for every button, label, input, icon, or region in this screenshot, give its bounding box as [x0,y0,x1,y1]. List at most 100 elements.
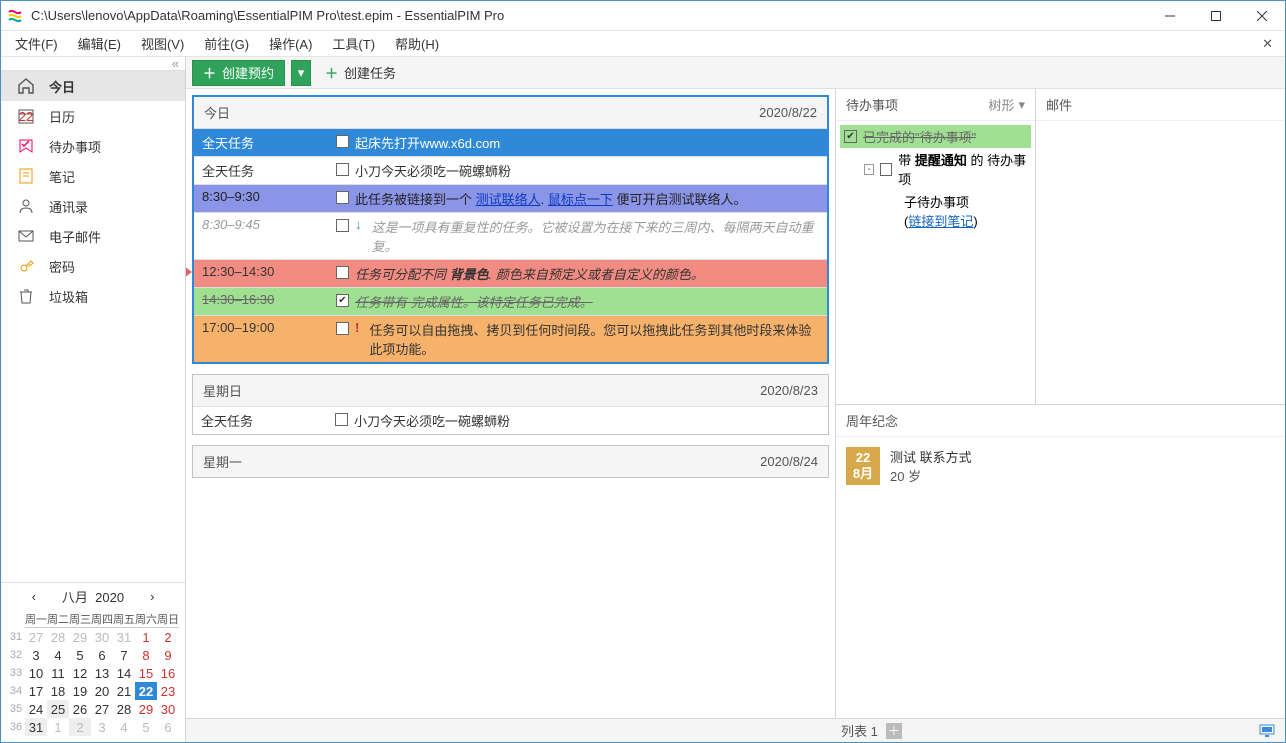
mini-calendar[interactable]: ‹ 八月 2020 › 周一周二周三周四周五周六周日31272829303112… [1,582,185,742]
minical-day[interactable]: 4 [47,646,69,664]
agenda-event-row[interactable]: 全天任务小刀今天必须吃一碗螺蛳粉 [194,156,827,184]
view-close-x[interactable]: ✕ [1254,33,1281,55]
minical-day[interactable]: 16 [157,664,179,682]
todo-checkbox[interactable] [844,130,857,143]
minical-day[interactable]: 30 [91,628,113,646]
tree-toggle[interactable]: - [864,164,874,175]
agenda-event-row[interactable]: 全天任务起床先打开www.x6d.com [194,128,827,156]
minical-day[interactable]: 29 [135,700,157,718]
event-checkbox[interactable] [336,322,349,335]
minical-day[interactable]: 2 [69,718,91,736]
agenda-event-row[interactable]: 8:30–9:45↓这是一项具有重复性的任务。它被设置为在接下来的三周内、每隔两… [194,212,827,259]
agenda-view[interactable]: 今日2020/8/22全天任务起床先打开www.x6d.com全天任务小刀今天必… [186,89,835,718]
agenda-event-row[interactable]: 14:30–16:30任务带有 完成属性。该特定任务已完成。 [194,287,827,315]
sidebar-item[interactable]: 密码 [1,251,185,281]
event-checkbox[interactable] [336,219,349,232]
todo-checkbox[interactable] [880,163,892,176]
minical-day[interactable]: 2 [157,628,179,646]
minical-day[interactable]: 12 [69,664,91,682]
sidebar-item[interactable]: 垃圾箱 [1,281,185,311]
todo-item[interactable]: -带 提醒通知 的 待办事项 [840,148,1031,190]
minical-day[interactable]: 26 [69,700,91,718]
minical-day[interactable]: 15 [135,664,157,682]
menu-item[interactable]: 工具(T) [322,31,385,56]
event-checkbox[interactable] [336,294,349,307]
menu-item[interactable]: 前往(G) [194,31,259,56]
minical-day[interactable]: 5 [69,646,91,664]
minical-day[interactable]: 18 [47,682,69,700]
sidebar-item[interactable]: 今日 [1,71,185,101]
menu-item[interactable]: 视图(V) [131,31,194,56]
event-checkbox[interactable] [336,135,349,148]
minical-day[interactable]: 1 [135,628,157,646]
minical-day[interactable]: 10 [25,664,47,682]
minical-prev[interactable]: ‹ [26,589,42,604]
sidebar-item[interactable]: 电子邮件 [1,221,185,251]
minical-day[interactable]: 14 [113,664,135,682]
todo-item[interactable]: 子待办事项(链接到笔记) [840,190,1031,232]
minical-day[interactable]: 24 [25,700,47,718]
minical-day[interactable]: 30 [157,700,179,718]
create-task-button[interactable]: ＋ 创建任务 [317,60,404,86]
menu-item[interactable]: 文件(F) [5,31,68,56]
sidebar-item[interactable]: 待办事项 [1,131,185,161]
status-list-label[interactable]: 列表 1 [841,721,878,740]
todo-view-dropdown[interactable]: 树形 ▾ [988,95,1025,114]
note-link[interactable]: 链接到笔记 [908,214,973,229]
event-checkbox[interactable] [336,163,349,176]
minical-day[interactable]: 6 [157,718,179,736]
tray-monitor-icon[interactable] [1259,724,1275,738]
sidebar-item[interactable]: 通讯录 [1,191,185,221]
minical-day[interactable]: 5 [135,718,157,736]
minical-day[interactable]: 22 [135,682,157,700]
minimize-button[interactable] [1147,1,1193,31]
maximize-button[interactable] [1193,1,1239,31]
agenda-event-row[interactable]: 全天任务小刀今天必须吃一碗螺蛳粉 [193,406,828,434]
agenda-event-row[interactable]: 8:30–9:30此任务被链接到一个 测试联络人. 鼠标点一下 便可开启测试联络… [194,184,827,212]
minical-day[interactable]: 8 [135,646,157,664]
minical-day[interactable]: 29 [69,628,91,646]
minical-day[interactable]: 3 [25,646,47,664]
minical-day[interactable]: 28 [113,700,135,718]
sidebar-collapse-grip[interactable]: « [1,57,185,71]
minical-next[interactable]: › [144,589,160,604]
contact-link[interactable]: 鼠标点一下 [548,192,613,207]
menu-item[interactable]: 帮助(H) [385,31,449,56]
sidebar-item[interactable]: 笔记 [1,161,185,191]
minical-day[interactable]: 1 [47,718,69,736]
menu-item[interactable]: 操作(A) [259,31,322,56]
minical-day[interactable]: 20 [91,682,113,700]
minical-day[interactable]: 17 [25,682,47,700]
agenda-event-row[interactable]: 12:30–14:30任务可分配不同 背景色. 颜色来自预定义或者自定义的颜色。 [194,259,827,287]
minical-day[interactable]: 27 [91,700,113,718]
event-checkbox[interactable] [336,191,349,204]
create-appointment-dropdown[interactable]: ▾ [291,60,311,86]
todo-item[interactable]: 已完成的"待办事项" [840,125,1031,148]
minical-day[interactable]: 31 [25,718,47,736]
event-checkbox[interactable] [336,266,349,279]
minical-day[interactable]: 23 [157,682,179,700]
sidebar-item[interactable]: 22日历 [1,101,185,131]
minical-day[interactable]: 4 [113,718,135,736]
minical-day[interactable]: 27 [25,628,47,646]
close-button[interactable] [1239,1,1285,31]
anniversary-item[interactable]: 228月 测试 联系方式 20 岁 [840,441,1281,491]
minical-day[interactable]: 9 [157,646,179,664]
minical-day[interactable]: 7 [113,646,135,664]
contact-link[interactable]: 测试联络人 [476,192,541,207]
minical-day[interactable]: 11 [47,664,69,682]
minical-day[interactable]: 13 [91,664,113,682]
create-appointment-button[interactable]: ＋ 创建预约 [192,60,285,86]
minical-day[interactable]: 25 [47,700,69,718]
minical-day[interactable]: 28 [47,628,69,646]
minical-day[interactable]: 31 [113,628,135,646]
minical-day[interactable]: 21 [113,682,135,700]
minical-weekno: 36 [7,718,25,736]
minical-day[interactable]: 6 [91,646,113,664]
minical-day[interactable]: 3 [91,718,113,736]
agenda-event-row[interactable]: 17:00–19:00!任务可以自由拖拽、拷贝到任何时间段。您可以拖拽此任务到其… [194,315,827,362]
event-checkbox[interactable] [335,413,348,426]
add-list-button[interactable]: ＋ [886,723,902,739]
menu-item[interactable]: 编辑(E) [68,31,131,56]
minical-day[interactable]: 19 [69,682,91,700]
